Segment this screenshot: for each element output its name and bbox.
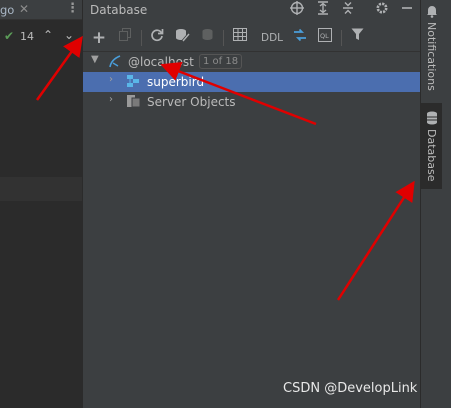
database-label: Database xyxy=(425,129,438,182)
watermark: CSDN @DevelopLink xyxy=(283,381,418,396)
query-console-icon[interactable]: QL xyxy=(315,28,335,48)
datasource-icon xyxy=(108,54,122,72)
tool-window-header: Database xyxy=(83,0,421,20)
collapsed-chevron-icon[interactable]: › xyxy=(109,94,113,105)
compare-icon[interactable] xyxy=(290,28,310,48)
database-icon xyxy=(426,111,438,128)
gear-icon[interactable] xyxy=(373,1,391,19)
check-icon: ✔ xyxy=(4,29,15,43)
filter-icon[interactable] xyxy=(347,28,367,48)
svg-text:QL: QL xyxy=(320,32,329,40)
tree-node-server-objects[interactable]: › Server Objects xyxy=(83,92,421,112)
refresh-icon[interactable] xyxy=(147,28,167,48)
editor-tab-label[interactable]: go xyxy=(0,3,14,17)
tree-node-label: Server Objects xyxy=(147,95,236,109)
collapse-all-icon[interactable] xyxy=(339,1,357,19)
bell-icon xyxy=(426,5,438,21)
toolbar-separator xyxy=(341,30,342,46)
database-toolbar: + DDL QL xyxy=(83,24,421,52)
notifications-label: Notifications xyxy=(425,22,438,91)
data-source-properties-icon[interactable] xyxy=(172,28,192,48)
close-tab-icon[interactable]: ✕ xyxy=(19,2,29,16)
editor-tab-bar: go ✕ ⋮ xyxy=(0,0,82,20)
notifications-tool-button[interactable]: Notifications xyxy=(421,0,443,98)
database-tool-button[interactable]: Database xyxy=(421,103,443,189)
minimize-icon[interactable] xyxy=(398,1,416,19)
tree-node-superbird[interactable]: › superbird xyxy=(83,72,421,92)
tree-node-label: superbird xyxy=(147,75,205,89)
toolbar-separator xyxy=(223,30,224,46)
previous-highlight-icon[interactable]: ⌃ xyxy=(43,28,53,42)
tool-window-title: Database xyxy=(90,3,148,17)
ddl-button[interactable]: DDL xyxy=(261,32,283,44)
tree-node-label: @localhost xyxy=(128,55,194,69)
expand-all-icon[interactable] xyxy=(314,1,332,19)
inspection-widget: ✔ 14 ⌃ ⌄ xyxy=(0,24,82,50)
schema-icon xyxy=(126,74,141,91)
editor-current-line xyxy=(0,177,82,201)
window-edge xyxy=(442,0,451,408)
copy-icon[interactable] xyxy=(115,28,135,48)
server-objects-icon xyxy=(126,94,141,111)
expand-chevron-icon[interactable]: ▼ xyxy=(91,54,99,65)
disconnect-icon[interactable] xyxy=(197,28,217,48)
schema-count-badge: 1 of 18 xyxy=(199,54,243,69)
right-tool-stripe: Notifications Database xyxy=(420,0,443,408)
tree-node-localhost[interactable]: ▼ @localhost 1 of 18 xyxy=(83,52,421,72)
database-tool-window: Database + DDL QL ▼ @localhost 1 of 18 ›… xyxy=(82,0,421,408)
table-editor-icon[interactable] xyxy=(230,28,250,48)
more-options-icon[interactable]: ⋮ xyxy=(66,1,79,16)
collapsed-chevron-icon[interactable]: › xyxy=(109,74,113,85)
toolbar-separator xyxy=(141,30,142,46)
add-button[interactable]: + xyxy=(89,28,109,48)
next-highlight-icon[interactable]: ⌄ xyxy=(64,28,74,42)
editor-area: go ✕ ⋮ ✔ 14 ⌃ ⌄ xyxy=(0,0,82,408)
crosshair-icon[interactable] xyxy=(288,1,306,19)
problem-count[interactable]: 14 xyxy=(20,30,34,43)
ide-window: go ✕ ⋮ ✔ 14 ⌃ ⌄ Database + DDL QL ▼ @loc… xyxy=(0,0,451,408)
